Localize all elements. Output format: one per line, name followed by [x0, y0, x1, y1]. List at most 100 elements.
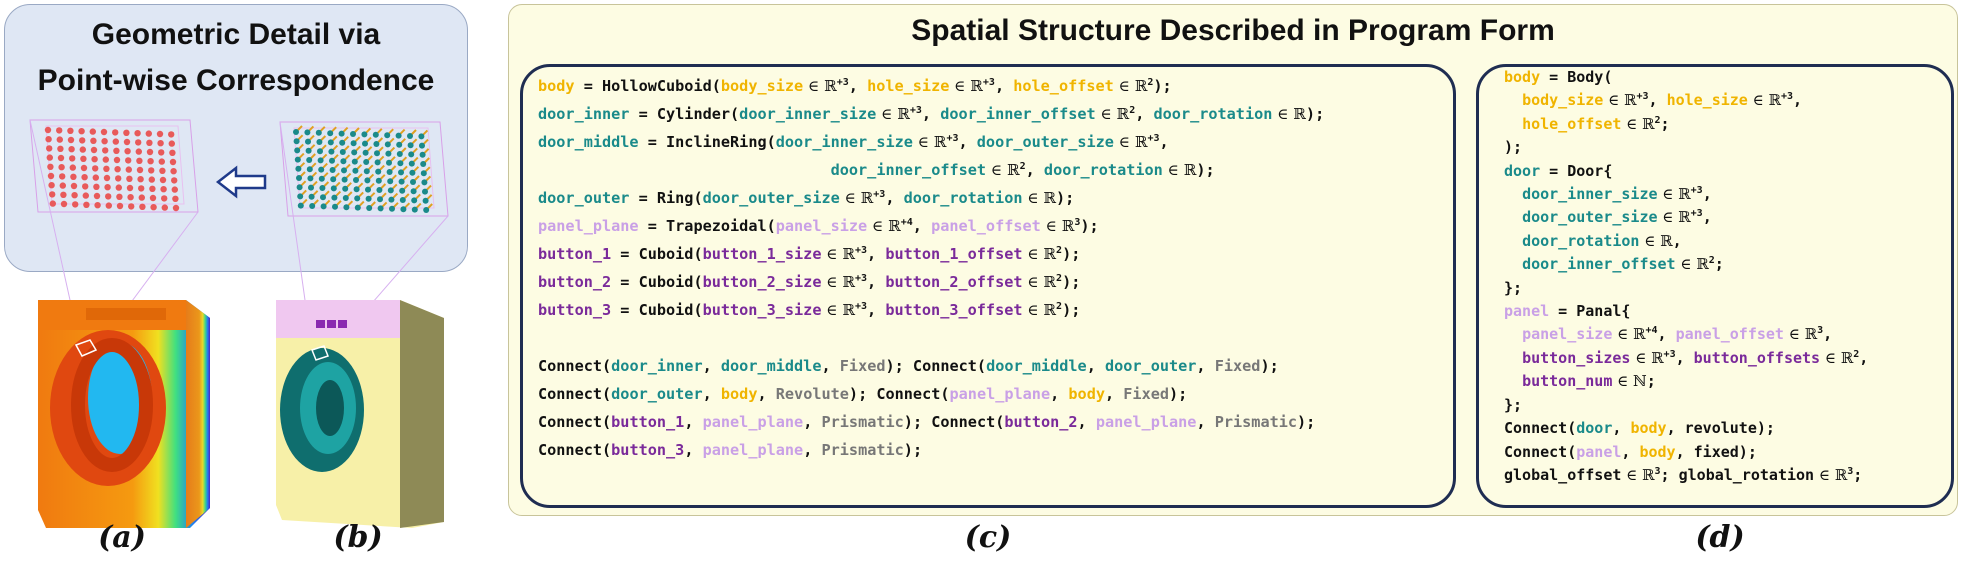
point-dot [45, 136, 52, 143]
code-token: Fixed [1214, 357, 1261, 375]
point-dot [47, 163, 54, 170]
point-dot [94, 202, 101, 209]
point-dot [100, 128, 108, 136]
code-line-d: door = Door{ [1504, 160, 1868, 183]
code-line-d: }; [1504, 277, 1868, 300]
point-dot [306, 166, 313, 173]
code-token: }; [1504, 395, 1523, 414]
point-dot [161, 204, 168, 211]
code-token: = Cylinder( [629, 105, 740, 123]
code-token: ∈ ℝ [1095, 105, 1130, 123]
code-line-d: }; [1504, 394, 1868, 417]
point-dot [396, 151, 403, 157]
code-line-c: door_inner_offset ∈ ℝ2, door_rotation ∈ … [538, 156, 1324, 184]
code-token: ∈ ℝ [1272, 105, 1306, 123]
point-dot [377, 205, 384, 212]
point-dot [339, 149, 346, 155]
code-token: ; [1853, 465, 1863, 484]
code-token: body [1068, 385, 1105, 403]
code-token: = InclineRing( [638, 133, 776, 151]
point-dot [343, 204, 350, 211]
code-token: ); [1169, 385, 1188, 403]
code-token: ); Connect( [848, 385, 950, 403]
point-dot [410, 188, 417, 195]
point-dot [56, 127, 63, 134]
caption-b: (b) [333, 520, 383, 555]
code-line-d: door_inner_offset ∈ ℝ2; [1504, 253, 1868, 276]
point-dot [135, 139, 142, 146]
code-token: ∈ ℝ [839, 189, 874, 207]
code-token: , [821, 357, 840, 375]
code-token: = Cuboid( [611, 273, 703, 291]
point-dot [105, 202, 113, 209]
point-dot [80, 155, 87, 162]
code-token: door_inner_offset [940, 105, 1096, 123]
code-token: panel_plane [538, 217, 639, 235]
point-dot [305, 138, 311, 145]
point-dot [115, 175, 122, 182]
code-token: = Cuboid( [611, 301, 703, 319]
point-dot [400, 206, 407, 213]
code-token: door_outer [1104, 357, 1197, 375]
point-dot [80, 164, 88, 172]
point-dot [79, 146, 87, 153]
point-dot [170, 168, 177, 175]
point-dot [297, 193, 304, 200]
superscript: +4 [900, 216, 913, 228]
point-dot [294, 156, 301, 163]
point-dot [146, 139, 153, 146]
code-line-d: body_size ∈ ℝ+3, hole_size ∈ ℝ+3, [1504, 89, 1868, 112]
code-token: ); [1153, 77, 1172, 95]
point-dot [158, 158, 165, 165]
code-line-c: panel_plane = Trapezoidal(panel_size ∈ ℝ… [538, 212, 1324, 240]
code-line-c: button_1 = Cuboid(button_1_size ∈ ℝ+3, b… [538, 240, 1324, 268]
code-token: ∈ ℝ [1820, 348, 1854, 367]
code-token: = Ring( [629, 189, 703, 207]
code-token: door_inner_size [1522, 185, 1658, 204]
point-dot [169, 149, 176, 156]
code-token: ∈ ℝ [821, 301, 855, 319]
code-token: ∈ ℝ [912, 133, 947, 151]
code-line-c: Connect(button_1, panel_plane, Prismatic… [538, 408, 1324, 436]
point-dot [397, 160, 404, 167]
point-dot [308, 193, 315, 200]
point-dot [103, 165, 110, 172]
superscript: +3 [1663, 348, 1676, 360]
code-token: Fixed [1123, 385, 1169, 403]
code-line-c: door_middle = InclineRing(door_inner_siz… [538, 128, 1324, 156]
code-token: button_sizes [1522, 348, 1631, 367]
point-dot [410, 179, 416, 185]
code-token: , [1702, 208, 1712, 227]
code-token: , fixed); [1675, 442, 1757, 461]
code-token: ∈ ℝ [1783, 325, 1818, 344]
code-token: Connect( [538, 441, 612, 459]
code-token: ∈ ℝ [876, 105, 910, 123]
point-dot [327, 139, 334, 146]
code-token: panel_plane [702, 441, 804, 459]
code-token: door_outer [538, 189, 630, 207]
code-token: button_3_size [702, 301, 822, 319]
point-dot [59, 173, 66, 180]
point-dot [408, 151, 415, 158]
code-token: , [867, 301, 886, 319]
point-dot [159, 176, 167, 184]
code-line-d: body = Body( [1504, 66, 1868, 89]
point-dot [389, 205, 395, 212]
point-dot [342, 195, 349, 201]
point-dot [161, 195, 168, 202]
point-dot [171, 186, 178, 193]
code-token: ∈ ℝ [821, 245, 855, 263]
code-token: ); [1062, 273, 1081, 291]
point-dot [70, 173, 77, 180]
code-line-d: Connect(door, body, revolute); [1504, 417, 1868, 440]
point-dot [373, 141, 380, 147]
point-dot [83, 201, 90, 208]
washing-machine-a [38, 300, 210, 528]
point-dot [148, 167, 155, 174]
point-dot [420, 170, 427, 177]
point-dot [353, 186, 360, 193]
point-dot [297, 202, 304, 209]
point-dot [125, 166, 132, 173]
